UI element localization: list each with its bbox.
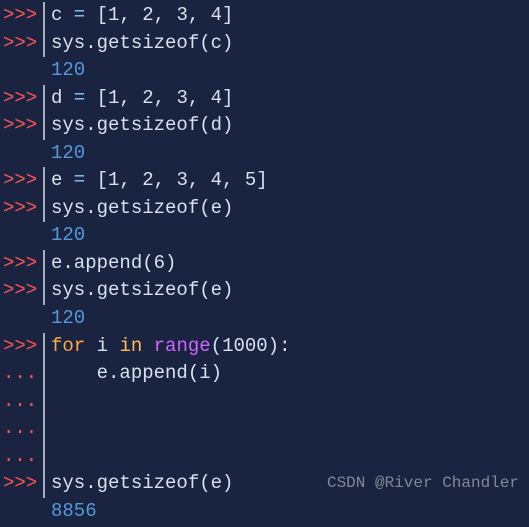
input-line: >>> sys.getsizeof(c) [0,30,529,58]
variable-d: d [51,87,62,109]
output-line: 120 [0,140,529,168]
getsizeof-call: sys.getsizeof(e) [51,277,233,305]
input-line: >>> e = [1, 2, 3, 4, 5] [0,167,529,195]
for-body: e.append(i) [51,360,222,388]
output-line: 120 [0,57,529,85]
keyword-for: for [51,335,85,357]
variable-c: c [51,4,62,26]
list-literal: [1, 2, 3, 4] [97,87,234,109]
prompt: >>> [0,277,45,305]
output-value: 120 [51,222,85,250]
prompt: >>> [0,470,45,498]
continuation-prompt: ... [0,360,45,388]
getsizeof-call: sys.getsizeof(e) [51,195,233,223]
watermark: CSDN @River Chandler [327,472,519,495]
input-line: >>> sys.getsizeof(d) [0,112,529,140]
prompt: >>> [0,2,45,30]
continuation-prompt: ... [0,443,45,471]
output-value: 120 [51,140,85,168]
output-line: 120 [0,222,529,250]
input-line: >>> for i in range(1000): [0,333,529,361]
getsizeof-call: sys.getsizeof(e) [51,470,233,498]
getsizeof-call: sys.getsizeof(d) [51,112,233,140]
continuation-prompt: ... [0,415,45,443]
output-line: 8856 [0,498,529,526]
output-value: 8856 [51,498,97,526]
continuation-line: ... e.append(i) [0,360,529,388]
continuation-line: ... [0,388,529,416]
output-line: 120 [0,305,529,333]
continuation-prompt: ... [0,388,45,416]
prompt: >>> [0,167,45,195]
continuation-line: ... [0,415,529,443]
prompt: >>> [0,250,45,278]
prompt: >>> [0,30,45,58]
input-line: >>> d = [1, 2, 3, 4] [0,85,529,113]
getsizeof-call: sys.getsizeof(c) [51,30,233,58]
input-line: >>> c = [1, 2, 3, 4] [0,2,529,30]
output-value: 120 [51,57,85,85]
keyword-in: in [119,335,142,357]
list-literal: [1, 2, 3, 4] [97,4,234,26]
input-line: >>> sys.getsizeof(e) [0,277,529,305]
list-literal: [1, 2, 3, 4, 5] [97,169,268,191]
append-call: e.append(6) [51,250,176,278]
continuation-line: ... [0,443,529,471]
output-value: 120 [51,305,85,333]
input-line: >>> sys.getsizeof(e) [0,195,529,223]
variable-e: e [51,169,62,191]
prompt: >>> [0,85,45,113]
prompt: >>> [0,333,45,361]
prompt: >>> [0,195,45,223]
builtin-range: range [142,335,210,357]
input-line: >>> e.append(6) [0,250,529,278]
python-repl-terminal[interactable]: >>> c = [1, 2, 3, 4] >>> sys.getsizeof(c… [0,0,529,527]
prompt: >>> [0,112,45,140]
